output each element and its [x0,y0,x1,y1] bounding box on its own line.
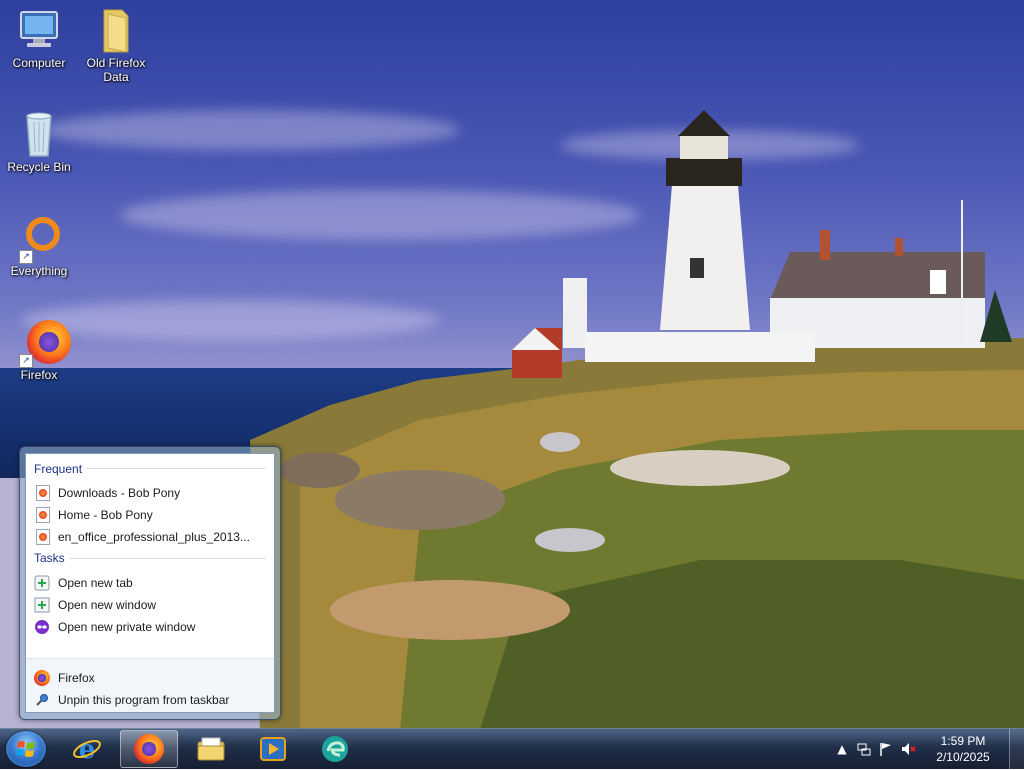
svg-text:e: e [79,735,96,764]
show-desktop-button[interactable] [1009,729,1024,769]
jump-list-open-firefox[interactable]: Firefox [34,668,266,688]
everything-icon: ↗ [15,214,63,264]
shortcut-arrow-icon: ↗ [19,250,33,264]
show-hidden-icons-icon[interactable]: ▲ [834,741,850,757]
pin-icon [34,692,50,708]
taskbar-windows-explorer[interactable] [182,730,240,768]
new-tab-icon [34,575,50,591]
jump-list-task-open-new-tab[interactable]: Open new tab [34,573,266,593]
taskbar-edge[interactable] [306,730,364,768]
desktop-icon-computer[interactable]: Computer [1,6,77,70]
desktop-icon-firefox[interactable]: ↗ Firefox [1,318,77,382]
jump-list-item-label: en_office_professional_plus_2013... [58,530,250,544]
desktop-icon-recycle-bin[interactable]: Recycle Bin [1,110,77,174]
system-tray: ▲ 1:59 PM 2/10/2025 [834,729,1024,769]
jump-list-panel: Frequent Downloads - Bob Pony Home - Bob… [25,453,275,713]
private-window-icon [34,619,50,635]
new-window-icon [34,597,50,613]
computer-icon [15,6,63,54]
jump-list-item[interactable]: Home - Bob Pony [34,505,266,525]
desktop-icon-label: Firefox [20,368,58,382]
jump-list-tasks-header: Tasks [34,551,65,565]
desktop-icon-label: Old Firefox Data [86,56,146,84]
jump-list-unpin-from-taskbar[interactable]: Unpin this program from taskbar [34,690,266,710]
jump-list-item-label: Firefox [58,671,95,685]
jump-list-item-label: Open new private window [58,620,196,634]
jump-list-item-label: Downloads - Bob Pony [58,486,181,500]
folder-icon [197,737,225,761]
windows-logo-icon [16,741,35,757]
taskbar-windows-media-player[interactable] [244,730,302,768]
desktop-icon-everything[interactable]: ↗ Everything [1,214,77,278]
desktop-icon-label: Everything [10,264,68,278]
firefox-document-icon [36,507,50,523]
jump-list-item-label: Unpin this program from taskbar [58,693,230,707]
firefox-icon: ↗ [15,318,71,368]
taskbar-internet-explorer[interactable]: e [58,730,116,768]
edge-icon [322,736,348,762]
firefox-jump-list: Frequent Downloads - Bob Pony Home - Bob… [19,446,281,720]
folder-icon [92,6,140,54]
recycle-bin-icon [15,110,63,158]
jump-list-item-label: Home - Bob Pony [58,508,153,522]
jump-list-item[interactable]: en_office_professional_plus_2013... [34,527,266,547]
taskbar-clock[interactable]: 1:59 PM 2/10/2025 [932,733,994,765]
desktop-icon-old-firefox-data[interactable]: Old Firefox Data [78,6,154,84]
desktop-icon-label: Recycle Bin [7,160,71,174]
action-center-flag-icon[interactable] [878,741,894,757]
shortcut-arrow-icon: ↗ [19,354,33,368]
jump-list-item-label: Open new tab [58,576,133,590]
firefox-icon [34,670,50,686]
jump-list-frequent-header: Frequent [34,462,83,476]
firefox-document-icon [36,529,50,545]
clock-date: 2/10/2025 [936,750,990,764]
jump-list-task-open-new-window[interactable]: Open new window [34,595,266,615]
jump-list-item[interactable]: Downloads - Bob Pony [34,483,266,503]
network-icon[interactable] [856,741,872,757]
taskbar: e ▲ 1:59 PM 2/10/2025 [0,728,1024,769]
divider [70,558,266,559]
clock-time: 1:59 PM [940,734,986,748]
jump-list-footer: Firefox Unpin this program from taskbar [26,658,274,712]
internet-explorer-icon: e [73,735,101,764]
jump-list-task-open-new-private-window[interactable]: Open new private window [34,617,266,637]
jump-list-item-label: Open new window [58,598,157,612]
volume-muted-icon[interactable] [900,741,916,757]
firefox-icon [134,734,164,764]
media-player-icon [260,737,286,761]
desktop-icon-label: Computer [12,56,66,70]
divider [86,468,266,469]
taskbar-firefox[interactable] [120,730,178,768]
start-button[interactable] [6,731,46,767]
firefox-document-icon [36,485,50,501]
